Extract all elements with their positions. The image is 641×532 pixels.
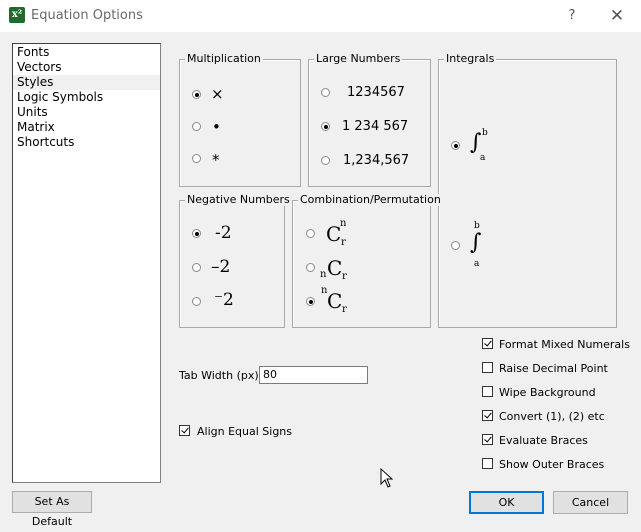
- help-button[interactable]: ?: [560, 5, 584, 27]
- wipe-background-label: Wipe Background: [499, 386, 596, 399]
- negative-radio-dash[interactable]: [192, 263, 201, 272]
- large-numbers-option-space: 1 234 567: [342, 119, 409, 134]
- large-numbers-label: Large Numbers: [314, 52, 403, 65]
- window-title: Equation Options: [31, 8, 143, 23]
- combination-radio-right-script[interactable]: [306, 229, 315, 238]
- close-button[interactable]: ✕: [604, 4, 630, 28]
- negative-option-superscript: ⁻2: [214, 290, 234, 310]
- convert-numbering-checkbox[interactable]: [482, 410, 493, 421]
- multiplication-option-asterisk: *: [212, 151, 220, 169]
- integral-sign-stacked: ∫: [470, 230, 482, 255]
- negative-numbers-label: Negative Numbers: [185, 193, 292, 206]
- convert-numbering-label: Convert (1), (2) etc: [499, 410, 605, 423]
- negative-radio-hyphen[interactable]: [192, 229, 201, 238]
- combination-radio-left-sub[interactable]: [306, 263, 315, 272]
- multiplication-label: Multiplication: [185, 52, 263, 65]
- combination-base-2: C: [327, 256, 343, 280]
- list-item-fonts[interactable]: Fonts: [13, 45, 160, 60]
- title-bar: x² Equation Options ? ✕: [0, 0, 641, 32]
- large-numbers-radio-plain[interactable]: [321, 88, 330, 97]
- integrals-label: Integrals: [444, 52, 497, 65]
- integral-upper-side: b: [482, 128, 488, 138]
- show-outer-braces-label: Show Outer Braces: [499, 458, 605, 471]
- raise-decimal-point-checkbox[interactable]: [482, 362, 493, 373]
- align-equal-signs-checkbox[interactable]: [179, 425, 190, 436]
- tab-width-label: Tab Width (px): [179, 369, 259, 382]
- multiplication-radio-dot[interactable]: [192, 122, 201, 131]
- integral-lower-side: a: [480, 153, 486, 163]
- integral-radio-stacked-limits[interactable]: [451, 241, 460, 250]
- ok-button[interactable]: OK: [469, 491, 544, 514]
- combination-upper-1: n: [340, 218, 347, 229]
- app-icon: x²: [9, 7, 25, 23]
- format-mixed-numerals-checkbox[interactable]: [482, 338, 493, 349]
- combination-radio-left-sup[interactable]: [306, 297, 315, 306]
- multiplication-radio-times[interactable]: [192, 90, 201, 99]
- combination-lower-3: r: [342, 304, 347, 315]
- list-item-shortcuts[interactable]: Shortcuts: [13, 135, 160, 150]
- combination-base-3: C: [327, 289, 343, 313]
- format-mixed-numerals-label: Format Mixed Numerals: [499, 338, 630, 351]
- negative-radio-superscript[interactable]: [192, 297, 201, 306]
- set-as-default-button[interactable]: Set As Default: [12, 491, 92, 528]
- raise-decimal-point-label: Raise Decimal Point: [499, 362, 608, 375]
- show-outer-braces-checkbox[interactable]: [482, 458, 493, 469]
- multiplication-radio-asterisk[interactable]: [192, 154, 201, 163]
- large-numbers-radio-space[interactable]: [321, 122, 330, 131]
- multiplication-option-dot: •: [212, 118, 221, 136]
- negative-option-dash: –2: [211, 257, 231, 277]
- list-item-logic-symbols[interactable]: Logic Symbols: [13, 90, 160, 105]
- large-numbers-option-plain: 1234567: [347, 85, 405, 100]
- combination-label: Combination/Permutation: [298, 193, 443, 206]
- list-item-matrix[interactable]: Matrix: [13, 120, 160, 135]
- combination-lower-1: r: [341, 237, 346, 248]
- integrals-group: [438, 59, 617, 328]
- list-item-vectors[interactable]: Vectors: [13, 60, 160, 75]
- wipe-background-checkbox[interactable]: [482, 386, 493, 397]
- tab-width-input[interactable]: 80: [259, 366, 368, 384]
- combination-upper-2: n: [320, 269, 327, 280]
- multiplication-option-times: ×: [211, 85, 224, 103]
- large-numbers-option-comma: 1,234,567: [343, 153, 410, 168]
- list-item-styles[interactable]: Styles: [13, 75, 160, 90]
- evaluate-braces-label: Evaluate Braces: [499, 434, 588, 447]
- integral-radio-side-limits[interactable]: [451, 141, 460, 150]
- evaluate-braces-checkbox[interactable]: [482, 434, 493, 445]
- list-item-units[interactable]: Units: [13, 105, 160, 120]
- category-list[interactable]: Fonts Vectors Styles Logic Symbols Units…: [12, 43, 161, 483]
- integral-lower-stacked: a: [474, 259, 480, 269]
- mouse-cursor-icon: [380, 468, 394, 488]
- large-numbers-radio-comma[interactable]: [321, 156, 330, 165]
- cancel-button[interactable]: Cancel: [553, 491, 628, 514]
- negative-option-hyphen: -2: [215, 223, 232, 243]
- align-equal-signs-label: Align Equal Signs: [197, 425, 293, 438]
- combination-lower-2: r: [342, 271, 347, 282]
